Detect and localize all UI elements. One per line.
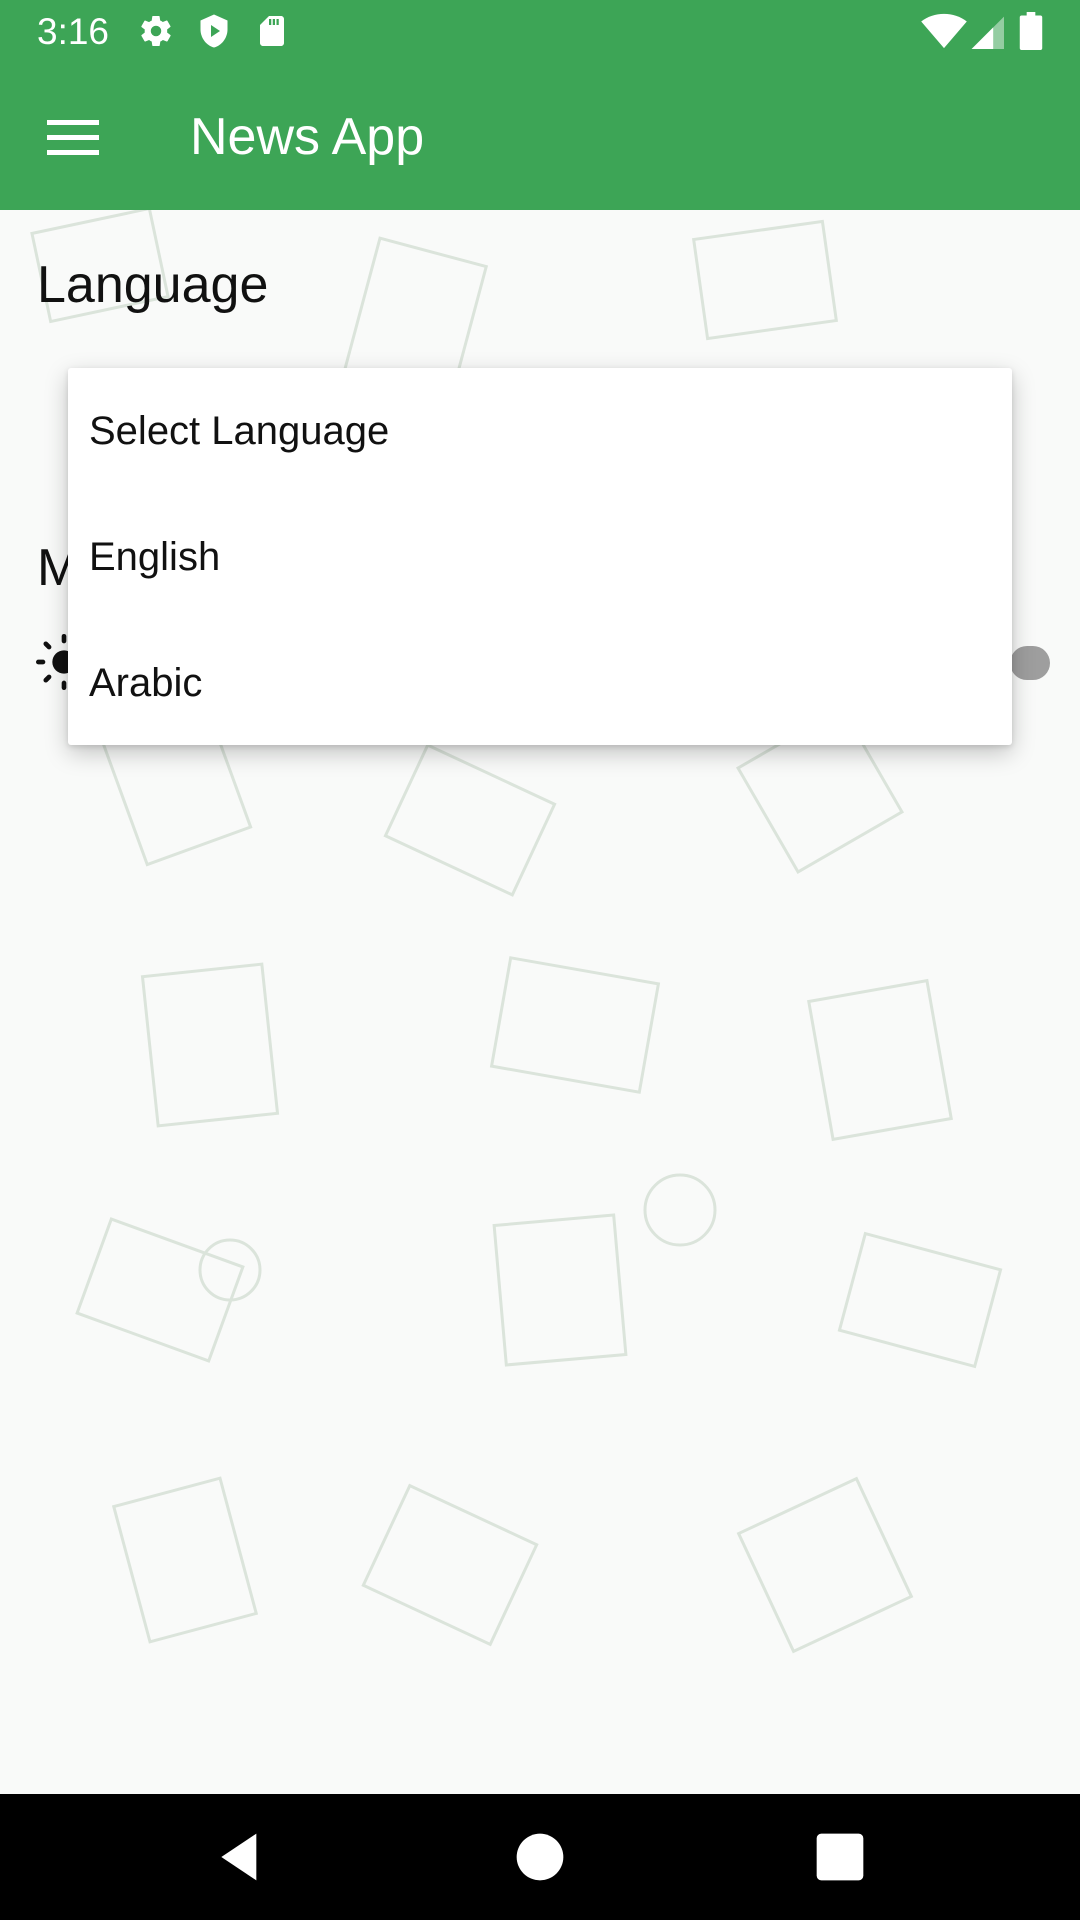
gear-icon: [141, 16, 171, 47]
home-icon[interactable]: [512, 1829, 568, 1885]
dropdown-item-label: Arabic: [89, 660, 203, 705]
shield-icon: [200, 14, 228, 48]
sd-card-icon: [260, 16, 284, 46]
back-icon[interactable]: [212, 1829, 268, 1885]
status-time: 3:16: [37, 11, 110, 52]
recents-icon[interactable]: [812, 1829, 868, 1885]
system-navigation-bar: [0, 1794, 1080, 1920]
language-dropdown: Select Language English Arabic: [68, 368, 1012, 745]
hamburger-menu-icon: [47, 120, 99, 155]
wifi-icon: [921, 13, 967, 49]
dropdown-item-label: English: [89, 534, 221, 579]
mode-toggle-switch[interactable]: [1010, 646, 1050, 680]
language-section-title: Language: [37, 256, 269, 314]
dropdown-item-english[interactable]: English: [68, 494, 1012, 620]
app-bar: News App: [0, 63, 1080, 210]
dropdown-item-select-language[interactable]: Select Language: [68, 368, 1012, 494]
dropdown-item-arabic[interactable]: Arabic: [68, 620, 1012, 746]
signal-icon: [971, 16, 1004, 50]
battery-icon: [1019, 12, 1043, 50]
status-bar: 3:16: [0, 0, 1080, 63]
menu-button[interactable]: [30, 101, 116, 173]
app-title: News App: [190, 108, 425, 166]
dropdown-item-label: Select Language: [89, 408, 390, 453]
